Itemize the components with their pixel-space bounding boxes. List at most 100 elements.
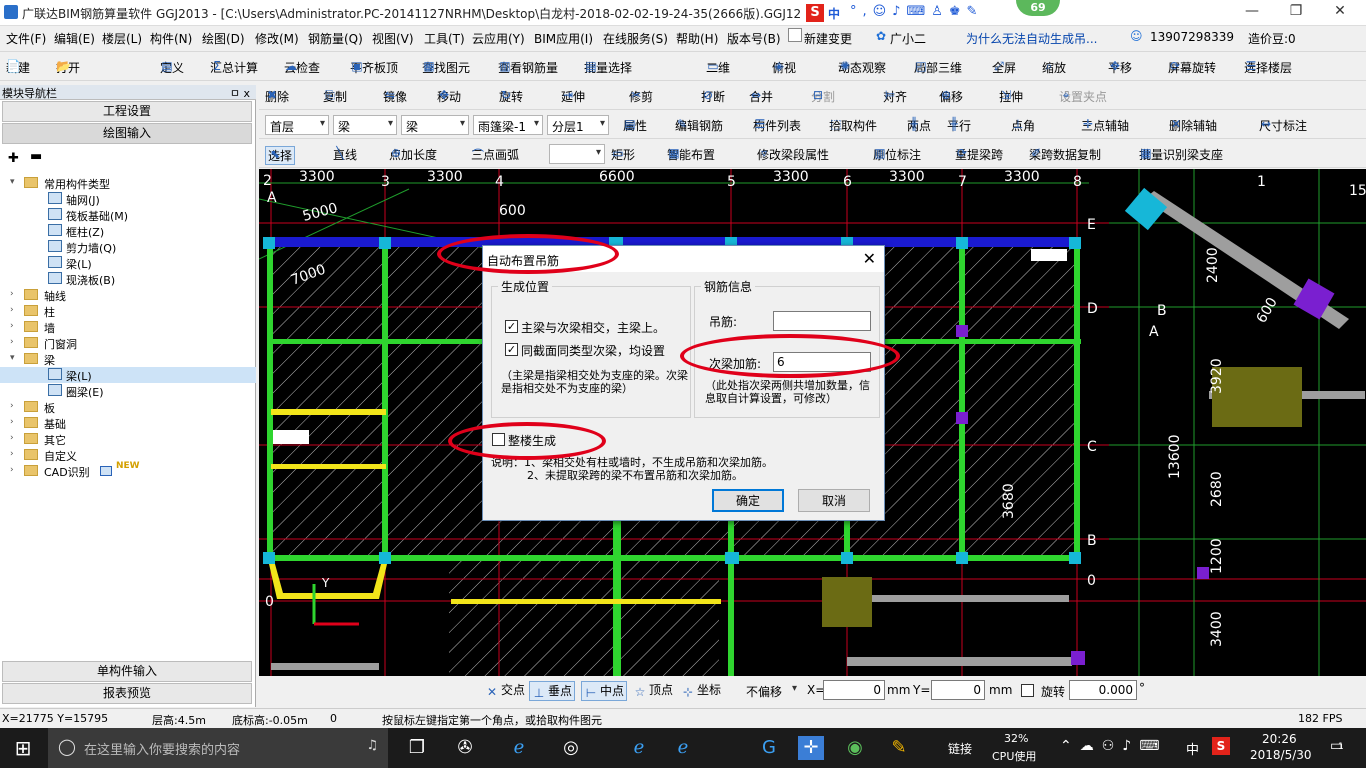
nav-pin-close[interactable]: ㅁ x: [230, 85, 250, 101]
element-button[interactable]: ⊥ 点角: [1011, 117, 1035, 134]
y-input[interactable]: 0: [931, 680, 985, 700]
tree-item[interactable]: › 墙: [0, 319, 256, 335]
menu-item[interactable]: 文件(F): [6, 30, 46, 47]
close-icon[interactable]: ✕: [1320, 3, 1360, 23]
arc-mode-select[interactable]: [549, 144, 605, 164]
toolbar-button[interactable]: ✺ 动态观察: [838, 59, 886, 76]
edit-button[interactable]: ⊘ 打断: [701, 88, 725, 105]
toolbar-button[interactable]: ▤ 批量选择: [584, 59, 632, 76]
menu-item[interactable]: 帮助(H): [676, 30, 718, 47]
toolbar-button[interactable]: ▤ 定义: [160, 59, 184, 76]
toolbar-button[interactable]: ⌕ 缩放: [1042, 59, 1066, 76]
element-button[interactable]: ╫ 平行: [947, 117, 971, 134]
menu-item[interactable]: 构件(N): [150, 30, 192, 47]
element-button[interactable]: ╫ 两点: [907, 117, 931, 134]
toolbar-button[interactable]: ☁ 云检查: [284, 59, 320, 76]
tree-item[interactable]: › 其它: [0, 431, 256, 447]
toolbar-button[interactable]: ⤢ 全屏: [992, 59, 1016, 76]
edit-button[interactable]: ⊕ 偏移: [939, 88, 963, 105]
expander-icon[interactable]: ›: [10, 321, 20, 331]
snap-button[interactable]: ⊹ 坐标: [679, 681, 723, 699]
same-section-checkbox[interactable]: ✓: [505, 343, 518, 356]
taskbar-search-box[interactable]: ◯ 在这里输入你要搜索的内容 ♫: [48, 728, 388, 768]
tray-icons[interactable]: ⌃☁⚇♪⌨: [1060, 738, 1167, 754]
type2-select[interactable]: 梁: [401, 115, 469, 135]
tree-item[interactable]: ▾ 梁: [0, 351, 256, 367]
edit-button[interactable]: ↻ 旋转: [499, 88, 523, 105]
ie-icon[interactable]: ℯ: [506, 736, 532, 760]
draw-button[interactable]: ▦ 批量识别梁支座: [1139, 146, 1223, 163]
menu-item[interactable]: BIM应用(I): [534, 30, 593, 47]
snap-button[interactable]: ⊥ 垂点: [529, 681, 576, 701]
expander-icon[interactable]: ›: [10, 305, 20, 315]
edit-button[interactable]: ⊨ 对齐: [883, 88, 907, 105]
menu-item[interactable]: 在线服务(S): [603, 30, 668, 47]
snap-button[interactable]: ✕ 交点: [483, 681, 527, 699]
tree-item[interactable]: › CAD识别 NEW: [0, 461, 256, 479]
menu-item[interactable]: 楼层(L): [102, 30, 142, 47]
toolbar-button[interactable]: ✥ 平移: [1108, 59, 1132, 76]
tree-item[interactable]: › 基础: [0, 415, 256, 431]
draw-button[interactable]: ⟳ 重提梁跨: [955, 146, 1003, 163]
menu-item[interactable]: 修改(M): [255, 30, 299, 47]
element-button[interactable]: ✕ 删除辅轴: [1169, 117, 1217, 134]
menu-item[interactable]: 工具(T): [424, 30, 465, 47]
x-input[interactable]: 0: [823, 680, 885, 700]
single-component-input-button[interactable]: 单构件输入: [2, 661, 252, 682]
tree-item[interactable]: › 板: [0, 399, 256, 415]
snap-button[interactable]: ☆ 顶点: [631, 681, 675, 699]
expander-icon[interactable]: ›: [10, 433, 20, 443]
edit-button[interactable]: ⇥ 延伸: [561, 88, 585, 105]
expand-all-icon[interactable]: ✚: [8, 151, 19, 166]
question-link[interactable]: 为什么无法自动生成吊...: [966, 30, 1097, 47]
offset-mode-select[interactable]: 不偏移: [741, 680, 801, 700]
active-app-icon[interactable]: ✛: [798, 736, 824, 760]
toolbar-button[interactable]: ◰ 局部三维: [914, 59, 962, 76]
sogou-ime-icon[interactable]: S: [806, 4, 824, 22]
element-button[interactable]: ✎ 编辑钢筋: [675, 117, 723, 134]
main-secondary-checkbox[interactable]: ✓: [505, 320, 518, 333]
edit-button[interactable]: ⌖ 设置夹点: [1059, 88, 1107, 105]
menu-item[interactable]: 钢筋量(Q): [308, 30, 363, 47]
tree-item[interactable]: 梁(L): [0, 255, 256, 271]
project-settings-button[interactable]: 工程设置: [2, 101, 252, 122]
toolbar-button[interactable]: Σ 汇总计算: [210, 59, 258, 76]
edit-button[interactable]: ⊟ 分割: [811, 88, 835, 105]
tree-item[interactable]: › 轴线: [0, 287, 256, 303]
edit-button[interactable]: ⎘ 复制: [323, 88, 347, 105]
toolbar-button[interactable]: ⟳ 屏幕旋转: [1168, 59, 1216, 76]
green-app-icon[interactable]: ◉: [842, 736, 868, 760]
toolbar-button[interactable]: ◈ 俯视: [772, 59, 796, 76]
draw-button[interactable]: ▭ 矩形: [611, 146, 635, 163]
tree-item[interactable]: 剪力墙(Q): [0, 239, 256, 255]
task-view-icon[interactable]: ❐: [404, 736, 430, 760]
tree-item[interactable]: 梁(L): [0, 367, 256, 383]
expander-icon[interactable]: ›: [10, 401, 20, 411]
layer-select[interactable]: 分层1: [547, 115, 609, 135]
minimize-icon[interactable]: —: [1232, 3, 1272, 23]
element-button[interactable]: ✛ 三点辅轴: [1081, 117, 1129, 134]
expander-icon[interactable]: ›: [10, 465, 20, 475]
toolbar-button[interactable]: 📂 打开: [56, 59, 80, 76]
edit-button[interactable]: ⇋ 镜像: [383, 88, 407, 105]
expander-icon[interactable]: ›: [10, 449, 20, 459]
rotate-checkbox[interactable]: [1021, 684, 1034, 697]
snap-button[interactable]: ⊢ 中点: [581, 681, 628, 701]
dialog-close-icon[interactable]: ✕: [863, 249, 876, 268]
tree-item[interactable]: › 柱: [0, 303, 256, 319]
element-button[interactable]: ↔ 尺寸标注: [1259, 117, 1307, 134]
tray-sogou-icon[interactable]: S: [1212, 737, 1230, 755]
edit-button[interactable]: ✂ 修剪: [629, 88, 653, 105]
clock-date[interactable]: 2018/5/30: [1250, 748, 1312, 762]
ok-button[interactable]: 确定: [712, 489, 784, 512]
taskbar-link[interactable]: 链接: [948, 740, 972, 757]
score-badge[interactable]: 69: [1016, 0, 1060, 16]
glodon-app-icon[interactable]: G: [756, 736, 782, 760]
menu-item[interactable]: 版本号(B): [727, 30, 781, 47]
clock-time[interactable]: 20:26: [1262, 732, 1297, 746]
tree-item[interactable]: 圈梁(E): [0, 383, 256, 399]
notes-app-icon[interactable]: ✎: [886, 736, 912, 760]
mic-icon[interactable]: ♫: [366, 738, 378, 753]
expander-icon[interactable]: ▾: [10, 353, 20, 363]
collapse-all-icon[interactable]: ▬: [30, 149, 42, 164]
